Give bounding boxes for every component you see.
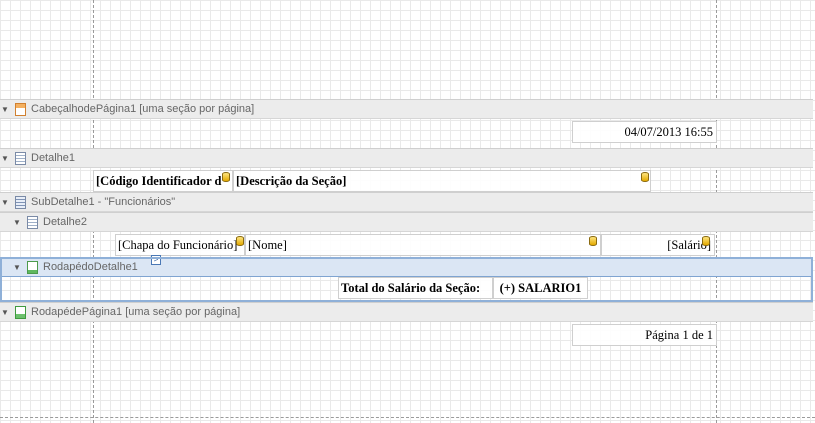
detail-band-icon	[27, 215, 38, 229]
salario-field[interactable]: [Salário]	[601, 234, 715, 256]
page-header-band-icon	[15, 102, 26, 116]
band-label: SubDetalhe1 - "Funcionários"	[31, 196, 176, 208]
detail-band-icon	[15, 151, 26, 165]
group-footer-band-icon	[27, 260, 38, 274]
collapse-triangle-icon[interactable]: ▼	[0, 308, 10, 317]
database-icon	[641, 172, 649, 182]
database-icon	[702, 236, 710, 246]
collapse-triangle-icon[interactable]: ▼	[12, 263, 22, 272]
band-page-header[interactable]: ▼ CabeçalhodePágina1 [uma seção por pági…	[0, 99, 813, 119]
database-icon	[236, 236, 244, 246]
band-label: RodapédePágina1 [uma seção por página]	[31, 306, 241, 318]
total-label-field[interactable]: Total do Salário da Seção:	[338, 277, 493, 299]
codigo-field[interactable]: [Código Identificador d	[93, 170, 233, 192]
band-subdetail1[interactable]: ▼ SubDetalhe1 - "Funcionários"	[0, 192, 813, 212]
page-footer-band-icon	[15, 305, 26, 319]
band-label: RodapédoDetalhe1	[43, 261, 138, 273]
band-label: Detalhe1	[31, 152, 76, 164]
collapse-triangle-icon[interactable]: ▼	[0, 198, 10, 207]
band-detail1[interactable]: ▼ Detalhe1	[0, 148, 813, 168]
band-group-footer[interactable]: ▼ RodapédoDetalhe1	[0, 257, 813, 277]
total-value-field[interactable]: (+) SALARIO1	[493, 277, 588, 299]
report-designer-surface[interactable]: { "bands": { "page_header": {"label": "C…	[0, 0, 815, 423]
chapa-field[interactable]: [Chapa do Funcionário]	[115, 234, 245, 256]
subreport-band-icon	[15, 195, 26, 209]
collapse-triangle-icon[interactable]: ▼	[0, 154, 10, 163]
datetime-field[interactable]: 04/07/2013 16:55	[572, 121, 717, 143]
band-label: CabeçalhodePágina1 [uma seção por página…	[31, 103, 255, 115]
collapse-triangle-icon[interactable]: ▼	[12, 218, 22, 227]
band-detail2[interactable]: ▼ Detalhe2	[0, 212, 813, 232]
band-page-footer[interactable]: ▼ RodapédePágina1 [uma seção por página]	[0, 302, 813, 322]
collapse-triangle-icon[interactable]: ▼	[0, 105, 10, 114]
database-icon	[589, 236, 597, 246]
page-number-field[interactable]: Página 1 de 1	[572, 324, 717, 346]
page-bottom-guide	[0, 417, 815, 418]
band-label: Detalhe2	[43, 216, 88, 228]
descricao-field[interactable]: [Descrição da Seção]	[233, 170, 651, 192]
database-icon	[222, 172, 230, 182]
smart-tag-icon[interactable]: >	[151, 255, 161, 265]
nome-field[interactable]: [Nome]	[245, 234, 601, 256]
